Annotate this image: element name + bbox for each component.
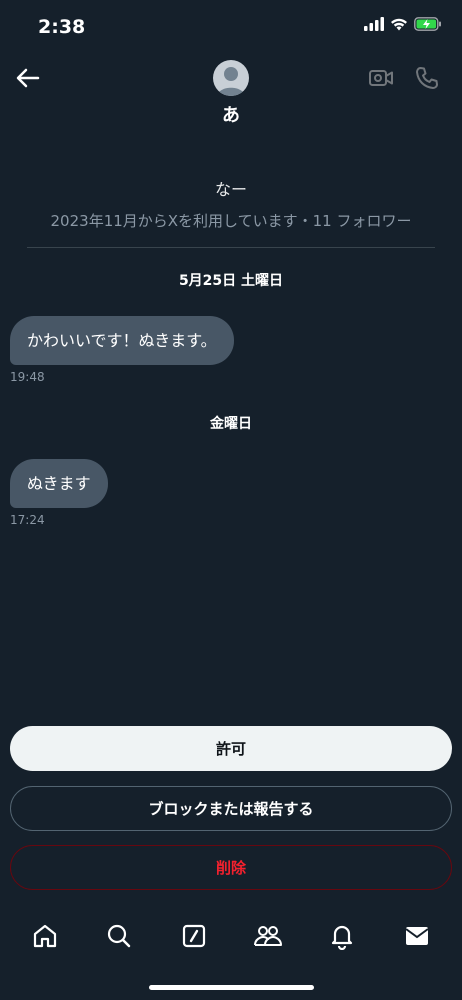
message-timestamp: 19:48 bbox=[10, 370, 45, 384]
profile-joined-followers: 2023年11月からXを利用しています・11 フォロワー bbox=[50, 212, 412, 230]
delete-button[interactable]: 削除 bbox=[10, 845, 452, 890]
home-indicator[interactable] bbox=[149, 985, 314, 990]
nav-communities[interactable] bbox=[248, 916, 288, 956]
block-or-report-button[interactable]: ブロックまたは報告する bbox=[10, 786, 452, 831]
search-icon bbox=[108, 924, 131, 948]
battery-charging-icon bbox=[414, 17, 441, 31]
nav-search[interactable] bbox=[99, 916, 139, 956]
status-icons bbox=[364, 17, 442, 31]
nav-home[interactable] bbox=[25, 916, 65, 956]
communities-icon bbox=[254, 926, 283, 946]
divider bbox=[27, 247, 435, 248]
phone-call-icon[interactable] bbox=[414, 65, 440, 91]
video-call-icon[interactable] bbox=[368, 66, 394, 90]
notifications-icon bbox=[332, 925, 353, 950]
nav-messages[interactable] bbox=[397, 916, 437, 956]
status-time: 2:38 bbox=[38, 16, 86, 38]
back-arrow-icon[interactable] bbox=[14, 64, 42, 92]
avatar[interactable] bbox=[213, 60, 249, 96]
message-bubble[interactable]: ぬきます bbox=[10, 459, 108, 508]
conversation-name: あ bbox=[222, 105, 240, 126]
message-bubble[interactable]: かわいいです！ぬきます。 bbox=[10, 316, 234, 365]
nav-notifications[interactable] bbox=[322, 916, 362, 956]
allow-button[interactable]: 許可 bbox=[10, 726, 452, 771]
home-icon bbox=[34, 924, 57, 948]
nav-compose[interactable] bbox=[174, 916, 214, 956]
wifi-icon bbox=[391, 18, 407, 31]
default-avatar-icon bbox=[217, 67, 245, 96]
signal-icon bbox=[364, 17, 384, 31]
date-separator: 金曜日 bbox=[210, 416, 252, 432]
bottom-nav bbox=[0, 916, 462, 956]
messages-icon bbox=[405, 927, 429, 945]
message-timestamp: 17:24 bbox=[10, 513, 45, 527]
compose-icon bbox=[182, 924, 205, 948]
profile-bio: なー bbox=[214, 180, 247, 199]
date-separator: 5月25日 土曜日 bbox=[178, 273, 284, 289]
